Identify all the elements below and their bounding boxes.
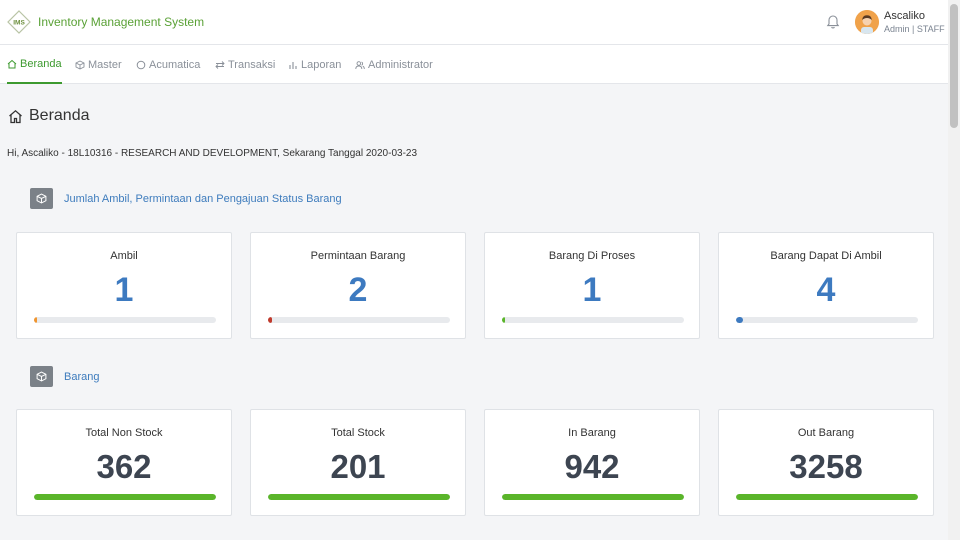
card-title: Out Barang — [797, 427, 855, 439]
nav-item-administrator[interactable]: Administrator — [355, 45, 433, 84]
card-value: 362 — [96, 448, 152, 485]
greeting-text: Hi, Ascaliko - 18L10316 - RESEARCH AND D… — [7, 148, 418, 159]
stat-card-permintaan-barang: Permintaan Barang 2 — [250, 232, 466, 339]
home-icon — [9, 109, 22, 123]
progress-fill — [34, 317, 37, 323]
card-value: 4 — [816, 271, 836, 309]
home-icon — [7, 59, 17, 68]
section-label: Barang — [64, 370, 100, 383]
stat-card-in-barang: In Barang 942 — [484, 409, 700, 516]
stat-card-barang-di-proses: Barang Di Proses 1 — [484, 232, 700, 339]
card-value: 942 — [564, 448, 620, 485]
nav-item-beranda[interactable]: Beranda — [7, 45, 62, 84]
card-title: Barang Di Proses — [548, 250, 636, 262]
scrollbar-thumb[interactable] — [950, 4, 958, 128]
user-role: Admin | STAFF — [884, 24, 945, 34]
section-header-barang: Barang — [30, 366, 99, 387]
user-name[interactable]: Ascaliko — [884, 10, 925, 22]
stat-card-total-stock: Total Stock 201 — [250, 409, 466, 516]
progress-bar — [736, 494, 918, 500]
nav-label: Transaksi — [228, 58, 276, 71]
card-title: Total Non Stock — [85, 427, 163, 439]
cube-icon — [75, 59, 85, 70]
card-value: 1 — [582, 271, 602, 309]
nav-label: Acumatica — [149, 58, 201, 71]
users-icon — [355, 60, 365, 69]
cube-icon — [30, 366, 53, 387]
progress-bar — [34, 494, 216, 500]
logo-text: IMS — [13, 20, 25, 27]
stat-card-out-barang: Out Barang 3258 — [718, 409, 934, 516]
progress-fill — [736, 317, 744, 323]
progress-fill — [502, 494, 684, 500]
card-title: In Barang — [568, 427, 616, 439]
progress-bar — [268, 494, 450, 500]
section-label: Jumlah Ambil, Permintaan dan Pengajuan S… — [64, 192, 342, 205]
nav-label: Administrator — [368, 58, 433, 71]
chart-bar-icon — [289, 61, 297, 69]
card-value: 201 — [330, 448, 386, 485]
main-nav: Beranda Master Acumatica Transaksi Lapor… — [0, 45, 948, 84]
nav-label: Beranda — [20, 57, 62, 70]
nav-item-acumatica[interactable]: Acumatica — [136, 45, 200, 84]
progress-fill — [268, 494, 450, 500]
nav-label: Laporan — [301, 58, 342, 71]
progress-bar — [736, 317, 918, 323]
app-title[interactable]: Inventory Management System — [38, 15, 204, 29]
swap-icon — [215, 60, 225, 69]
stat-card-ambil: Ambil 1 — [16, 232, 232, 339]
page-title-text: Beranda — [29, 107, 90, 124]
card-title: Ambil — [110, 250, 138, 262]
progress-fill — [34, 494, 216, 500]
app-logo[interactable]: IMS — [7, 10, 31, 34]
progress-bar — [502, 494, 684, 500]
card-title: Barang Dapat Di Ambil — [770, 250, 882, 262]
bell-icon[interactable] — [826, 14, 840, 30]
card-value: 3258 — [789, 448, 863, 485]
card-value: 2 — [348, 271, 368, 309]
section-header-status: Jumlah Ambil, Permintaan dan Pengajuan S… — [30, 188, 342, 209]
card-title: Permintaan Barang — [310, 250, 406, 262]
circle-icon — [136, 60, 146, 69]
progress-bar — [502, 317, 684, 323]
card-value: 1 — [114, 271, 134, 309]
nav-item-master[interactable]: Master — [75, 45, 122, 84]
avatar[interactable] — [855, 10, 879, 34]
nav-item-transaksi[interactable]: Transaksi — [215, 45, 275, 84]
card-title: Total Stock — [331, 427, 385, 439]
progress-bar — [268, 317, 450, 323]
progress-fill — [502, 317, 505, 323]
stat-card-barang-dapat-di-ambil: Barang Dapat Di Ambil 4 — [718, 232, 934, 339]
progress-fill — [736, 494, 918, 500]
top-bar: IMS Inventory Management System Ascaliko… — [0, 0, 948, 45]
progress-fill — [268, 317, 272, 323]
stat-card-total-non-stock: Total Non Stock 362 — [16, 409, 232, 516]
cube-icon — [30, 188, 53, 209]
nav-label: Master — [88, 58, 122, 71]
page-title: Beranda — [8, 106, 90, 126]
progress-bar — [34, 317, 216, 323]
nav-item-laporan[interactable]: Laporan — [288, 45, 341, 84]
